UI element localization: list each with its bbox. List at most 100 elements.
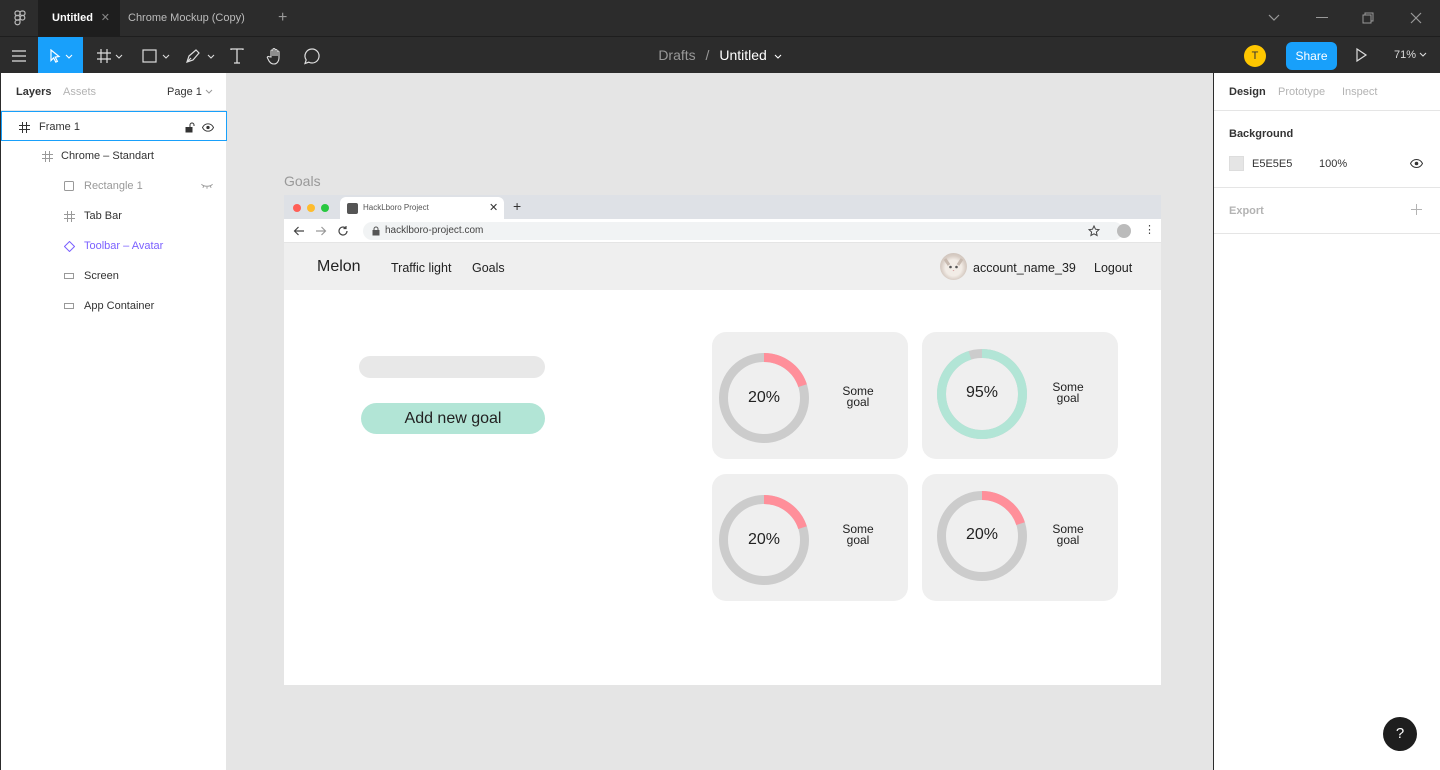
close-tab-icon[interactable]: ✕ xyxy=(101,0,110,36)
layer-name: Frame 1 xyxy=(39,121,80,133)
toolbar: Drafts / Untitled T Share 71% xyxy=(0,36,1440,74)
frame-label[interactable]: Goals xyxy=(284,173,321,189)
minimize-dot-icon xyxy=(307,204,315,212)
goal-percent: 20% xyxy=(747,531,781,548)
goal-percent: 20% xyxy=(965,526,999,543)
visibility-eye-icon[interactable] xyxy=(1410,159,1423,168)
goal-name-input xyxy=(359,356,545,378)
layer-app-container[interactable]: App Container xyxy=(1,291,227,321)
component-instance-icon xyxy=(63,231,75,261)
layer-frame-1[interactable]: Frame 1 xyxy=(1,111,227,141)
right-panel-tabs: Design Prototype Inspect xyxy=(1214,73,1440,111)
browser-tab: HackLboro Project ✕ xyxy=(340,197,504,219)
goal-percent: 20% xyxy=(747,389,781,406)
account-name: account_name_39 xyxy=(973,261,1076,275)
rectangle-icon xyxy=(63,261,75,291)
page-name: Page 1 xyxy=(167,86,202,98)
plus-icon: + xyxy=(513,198,522,214)
zoom-dropdown[interactable]: 71% xyxy=(1394,37,1427,74)
goal-name: Some goal xyxy=(842,384,874,409)
tab-design[interactable]: Design xyxy=(1229,86,1266,98)
share-button[interactable]: Share xyxy=(1286,42,1337,70)
layer-rectangle-1[interactable]: Rectangle 1 xyxy=(1,171,227,201)
tab-inspect[interactable]: Inspect xyxy=(1342,86,1377,98)
layer-name: Screen xyxy=(84,270,119,282)
omnibox: hacklboro-project.com xyxy=(363,222,1123,240)
close-window-icon[interactable] xyxy=(1392,0,1440,36)
layer-toolbar-avatar[interactable]: Toolbar – Avatar xyxy=(1,231,227,261)
forward-arrow-icon xyxy=(316,226,327,236)
tab-untitled[interactable]: Untitled ✕ xyxy=(38,0,120,36)
figma-menu-icon[interactable] xyxy=(12,10,28,26)
app-navbar: Melon Traffic light Goals account_name_3… xyxy=(284,243,1161,290)
minimize-icon[interactable] xyxy=(1298,0,1346,36)
zoom-value: 71% xyxy=(1394,49,1417,61)
left-panel-tabs: Layers Assets Page 1 xyxy=(1,73,226,111)
goal-name: Some goal xyxy=(1052,380,1084,405)
rectangle-icon xyxy=(63,171,75,201)
layer-tab-bar[interactable]: Tab Bar xyxy=(1,201,227,231)
browser-mockup[interactable]: HackLboro Project ✕ + hacklboro-project.… xyxy=(284,195,1161,685)
page-selector[interactable]: Page 1 xyxy=(167,86,213,98)
cat-face-icon xyxy=(943,258,964,272)
frame-icon xyxy=(63,201,75,231)
tab-layers[interactable]: Layers xyxy=(16,86,51,98)
present-play-icon[interactable] xyxy=(1354,47,1368,63)
title-bar: Untitled ✕ Chrome Mockup (Copy) + xyxy=(0,0,1440,36)
favicon-icon xyxy=(347,203,358,214)
background-opacity-input[interactable]: 100% xyxy=(1319,158,1347,170)
hidden-eye-icon[interactable] xyxy=(201,171,213,201)
kebab-menu-icon: ⋮ xyxy=(1144,224,1155,236)
user-avatar[interactable]: T xyxy=(1244,45,1266,67)
goal-percent: 95% xyxy=(965,384,999,401)
goal-name: Some goal xyxy=(1052,522,1084,547)
layer-chrome-standart[interactable]: Chrome – Standart xyxy=(1,141,227,171)
background-swatch[interactable] xyxy=(1229,156,1244,171)
rectangle-icon xyxy=(63,291,75,321)
breadcrumb-separator: / xyxy=(705,47,710,63)
close-icon: ✕ xyxy=(489,202,499,214)
tab-prototype[interactable]: Prototype xyxy=(1278,86,1325,98)
star-icon xyxy=(1088,225,1100,237)
properties-panel: Design Prototype Inspect Background E5E5… xyxy=(1213,73,1440,770)
layer-name: Tab Bar xyxy=(84,210,122,222)
frame-icon xyxy=(18,112,30,142)
browser-url-bar: hacklboro-project.com ⋮ xyxy=(284,219,1161,243)
tab-chrome-mockup[interactable]: Chrome Mockup (Copy) xyxy=(114,0,259,36)
back-arrow-icon xyxy=(293,226,304,236)
layer-name: App Container xyxy=(84,300,155,312)
background-hex-input[interactable]: E5E5E5 xyxy=(1252,158,1292,170)
layer-name: Chrome – Standart xyxy=(61,150,154,162)
browser-tab-bar: HackLboro Project ✕ + xyxy=(284,195,1161,219)
goal-name: Some goal xyxy=(842,522,874,547)
tab-label: Untitled xyxy=(52,12,93,24)
brand-logo: Melon xyxy=(317,258,361,275)
visibility-eye-icon[interactable] xyxy=(202,112,214,142)
breadcrumb: Drafts / Untitled xyxy=(0,37,1440,74)
help-button[interactable]: ? xyxy=(1383,717,1417,751)
lock-icon xyxy=(372,226,380,236)
chevron-down-icon[interactable] xyxy=(1250,0,1298,36)
logout-link: Logout xyxy=(1094,261,1133,275)
tab-assets[interactable]: Assets xyxy=(63,86,96,98)
background-section: Background E5E5E5 100% xyxy=(1214,111,1440,188)
browser-tab-title: HackLboro Project xyxy=(363,203,429,212)
chevron-down-icon[interactable] xyxy=(774,54,782,60)
file-name[interactable]: Untitled xyxy=(719,47,766,63)
layer-screen[interactable]: Screen xyxy=(1,261,227,291)
add-new-goal-button: Add new goal xyxy=(361,403,545,434)
export-title: Export xyxy=(1229,205,1264,217)
account-avatar xyxy=(940,253,967,280)
goal-card: 20% Some goal xyxy=(712,474,908,601)
add-export-plus-icon[interactable] xyxy=(1411,204,1422,215)
export-section: Export xyxy=(1214,188,1440,234)
new-tab-icon[interactable]: + xyxy=(278,0,287,36)
maximize-dot-icon xyxy=(321,204,329,212)
restore-icon[interactable] xyxy=(1344,0,1392,36)
url-text: hacklboro-project.com xyxy=(385,225,484,236)
reload-icon xyxy=(338,226,348,236)
breadcrumb-parent[interactable]: Drafts xyxy=(658,47,695,63)
background-title: Background xyxy=(1229,128,1294,140)
unlock-icon[interactable] xyxy=(184,112,196,142)
profile-icon xyxy=(1117,224,1131,238)
